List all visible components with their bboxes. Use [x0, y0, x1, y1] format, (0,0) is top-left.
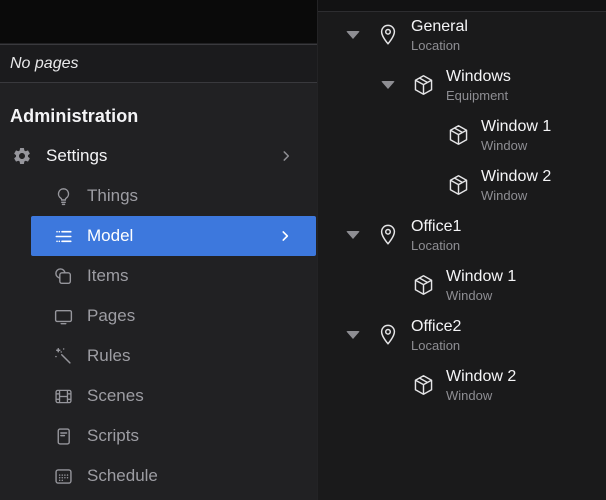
sidebar-item-label: Schedule [87, 466, 158, 486]
triangle-placeholder [415, 180, 431, 190]
collapse-triangle-icon[interactable] [345, 30, 361, 40]
chevron-right-icon [279, 149, 293, 163]
triangle-placeholder [415, 130, 431, 140]
admin-sidebar: No pages Administration Settings Things [0, 0, 317, 500]
triangle-placeholder [380, 280, 396, 290]
tree-item-label: Window 2 [481, 167, 551, 186]
collapse-triangle-icon[interactable] [380, 80, 396, 90]
tree-item-type: Location [411, 38, 468, 53]
scripts-document-icon [52, 425, 74, 447]
tree-item-label: Windows [446, 67, 511, 86]
location-pin-icon [376, 22, 400, 48]
tree-item-label: General [411, 17, 468, 36]
tree-item-windows[interactable]: Windows Equipment [318, 60, 606, 110]
tree-item-type: Equipment [446, 88, 511, 103]
model-outline-icon [52, 225, 74, 247]
collapse-triangle-icon[interactable] [345, 230, 361, 240]
tree-item-office2[interactable]: Office2 Location [318, 310, 606, 360]
sidebar-item-pages[interactable]: Pages [0, 296, 317, 336]
tree-item-office1-window1[interactable]: Window 1 Window [318, 260, 606, 310]
tree-item-type: Window [481, 188, 551, 203]
sidebar-item-things[interactable]: Things [0, 176, 317, 216]
pages-display-icon [52, 305, 74, 327]
equipment-cube-icon [411, 372, 435, 398]
tree-item-office2-window2[interactable]: Window 2 Window [318, 360, 606, 410]
tree-item-label: Window 2 [446, 367, 516, 386]
equipment-cube-icon [446, 122, 470, 148]
sidebar-item-label: Items [87, 266, 129, 286]
sidebar-item-label: Rules [87, 346, 130, 366]
schedule-calendar-icon [52, 465, 74, 487]
no-pages-label: No pages [10, 55, 79, 73]
sidebar-item-label: Scripts [87, 426, 139, 446]
location-pin-icon [376, 222, 400, 248]
sidebar-item-scripts[interactable]: Scripts [0, 416, 317, 456]
sidebar-item-scenes[interactable]: Scenes [0, 376, 317, 416]
scenes-film-icon [52, 385, 74, 407]
sidebar-item-label: Things [87, 186, 138, 206]
sidebar-item-label: Settings [46, 146, 107, 166]
location-pin-icon [376, 322, 400, 348]
tree-item-type: Window [481, 138, 551, 153]
tree-item-label: Window 1 [481, 117, 551, 136]
tree-item-type: Window [446, 388, 516, 403]
chevron-right-icon [278, 229, 292, 243]
equipment-cube-icon [411, 272, 435, 298]
equipment-cube-icon [411, 72, 435, 98]
tree-item-label: Window 1 [446, 267, 516, 286]
collapse-triangle-icon[interactable] [345, 330, 361, 340]
model-tree-panel: General Location Windows Equipment Windo… [317, 0, 606, 500]
sidebar-top-header [0, 0, 317, 43]
sidebar-item-label: Pages [87, 306, 135, 326]
gear-icon [11, 145, 33, 167]
tree-item-type: Location [411, 338, 461, 353]
sidebar-item-schedule[interactable]: Schedule [0, 456, 317, 496]
tree-item-type: Location [411, 238, 461, 253]
administration-section-title: Administration [10, 106, 138, 127]
sidebar-item-items[interactable]: Items [0, 256, 317, 296]
tree-item-office1[interactable]: Office1 Location [318, 210, 606, 260]
tree-item-label: Office1 [411, 217, 461, 236]
equipment-cube-icon [446, 172, 470, 198]
tree-item-label: Office2 [411, 317, 461, 336]
items-shapes-icon [52, 265, 74, 287]
triangle-placeholder [380, 380, 396, 390]
no-pages-placeholder: No pages [0, 44, 317, 83]
sidebar-item-model[interactable]: Model [31, 216, 316, 256]
tree-item-type: Window [446, 288, 516, 303]
sidebar-item-settings[interactable]: Settings [0, 136, 317, 176]
sidebar-item-label: Scenes [87, 386, 144, 406]
tree-item-window2[interactable]: Window 2 Window [318, 160, 606, 210]
tree-item-general[interactable]: General Location [318, 10, 606, 60]
sidebar-item-rules[interactable]: Rules [0, 336, 317, 376]
sidebar-item-label: Model [87, 226, 133, 246]
lightbulb-icon [52, 185, 74, 207]
tree-item-window1[interactable]: Window 1 Window [318, 110, 606, 160]
rules-wand-icon [52, 345, 74, 367]
